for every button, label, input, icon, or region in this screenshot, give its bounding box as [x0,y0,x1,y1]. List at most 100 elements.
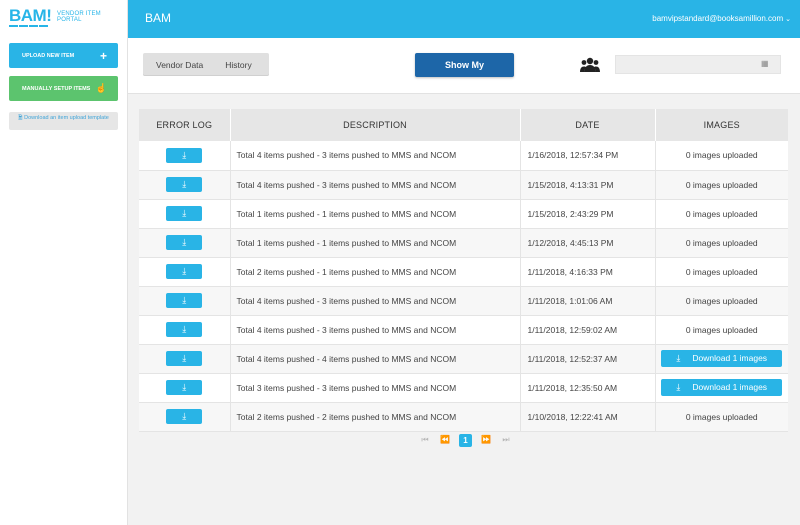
upload-history-table: ERROR LOG DESCRIPTION DATE IMAGES ⤓ Tota… [139,109,788,432]
error-log-download-button[interactable]: ⤓ [166,177,203,192]
download-icon: ⤓ [182,237,187,247]
date-cell: 1/10/2018, 12:22:41 AM [520,402,656,432]
download-icon: ⤓ [182,411,187,421]
table-row: ⤓ Total 1 items pushed - 1 items pushed … [139,228,788,258]
download-icon: ⤓ [182,208,187,218]
images-cell: 0 images uploaded [655,199,788,229]
error-log-download-button[interactable]: ⤓ [166,235,203,250]
download-images-button[interactable]: ⤓ Download 1 images [661,379,783,396]
download-icon: ⤓ [182,324,187,334]
portal-title: VENDOR ITEM PORTAL [57,11,101,23]
description-cell: Total 4 items pushed - 3 items pushed to… [230,315,521,345]
error-log-cell: ⤓ [139,402,231,432]
tab-vendor-data[interactable]: Vendor Data [143,60,214,70]
error-log-download-button[interactable]: ⤓ [166,147,203,163]
error-log-download-button[interactable]: ⤓ [166,351,203,366]
page-number-current[interactable]: 1 [459,433,472,447]
controls-bar: Vendor Data History Show My ▦ [128,38,800,94]
error-log-cell: ⤓ [139,344,231,374]
pagination: ⏮ ⏪ 1 ⏩ ⏭ [415,433,516,447]
table-row: ⤓ Total 4 items pushed - 3 items pushed … [139,315,788,345]
images-cell: 0 images uploaded [655,141,788,171]
download-images-button[interactable]: ⤓ Download 1 images [661,350,783,367]
table-row: ⤓ Total 4 items pushed - 3 items pushed … [139,141,788,171]
error-log-cell: ⤓ [139,228,231,258]
date-cell: 1/11/2018, 12:52:37 AM [520,344,656,374]
error-log-download-button[interactable]: ⤓ [166,264,203,279]
file-icon: 🗎 [18,115,23,121]
images-cell: 0 images uploaded [655,257,788,287]
next-page-button[interactable]: ⏩ [476,433,496,447]
column-header-error-log: ERROR LOG [139,109,231,141]
date-cell: 1/11/2018, 12:59:02 AM [520,315,656,345]
download-template-label: Download an item upload template [24,115,109,121]
date-field[interactable]: ▦ [615,55,781,74]
date-cell: 1/16/2018, 12:57:34 PM [520,141,656,171]
upload-new-item-button[interactable]: UPLOAD NEW ITEM + [9,43,118,68]
error-log-download-button[interactable]: ⤓ [166,380,203,395]
download-icon: ⤓ [182,295,187,305]
download-images-label: Download 1 images [692,353,768,363]
images-cell: ⤓ Download 1 images [655,373,788,403]
error-log-cell: ⤓ [139,199,231,229]
error-log-download-button[interactable]: ⤓ [166,206,203,221]
manually-setup-items-label: MANUALLY SETUP ITEMS [22,85,91,92]
images-cell: 0 images uploaded [655,286,788,316]
last-page-button[interactable]: ⏭ [496,433,516,447]
description-cell: Total 3 items pushed - 3 items pushed to… [230,373,521,403]
column-header-description: DESCRIPTION [230,109,521,141]
table-row: ⤓ Total 1 items pushed - 1 items pushed … [139,199,788,229]
tab-history[interactable]: History [214,60,262,70]
sidebar: BAM! VENDOR ITEM PORTAL UPLOAD NEW ITEM … [0,0,128,525]
previous-page-button[interactable]: ⏪ [435,433,455,447]
error-log-cell: ⤓ [139,315,231,345]
users-icon[interactable] [580,57,600,73]
table-row: ⤓ Total 4 items pushed - 3 items pushed … [139,286,788,316]
description-cell: Total 2 items pushed - 1 items pushed to… [230,257,521,287]
date-cell: 1/11/2018, 1:01:06 AM [520,286,656,316]
table-row: ⤓ Total 4 items pushed - 3 items pushed … [139,170,788,200]
logo-row: BAM! VENDOR ITEM PORTAL [0,0,127,38]
images-cell: 0 images uploaded [655,170,788,200]
show-my-button[interactable]: Show My [415,53,514,77]
table-row: ⤓ Total 4 items pushed - 4 items pushed … [139,344,788,374]
error-log-cell: ⤓ [139,257,231,287]
table-row: ⤓ Total 2 items pushed - 2 items pushed … [139,402,788,432]
hand-pointer-icon: ☝ [95,83,107,93]
table-header-row: ERROR LOG DESCRIPTION DATE IMAGES [139,109,788,141]
first-page-button[interactable]: ⏮ [415,433,435,447]
description-cell: Total 4 items pushed - 3 items pushed to… [230,141,521,171]
column-header-date: DATE [520,109,656,141]
images-cell: 0 images uploaded [655,315,788,345]
table-row: ⤓ Total 3 items pushed - 3 items pushed … [139,373,788,403]
view-tabs: Vendor Data History [143,53,269,76]
date-cell: 1/12/2018, 4:45:13 PM [520,228,656,258]
column-header-images: IMAGES [655,109,788,141]
chevron-down-icon: ⌄ [785,16,791,23]
download-icon: ⤓ [182,179,187,189]
images-cell: 0 images uploaded [655,402,788,432]
error-log-cell: ⤓ [139,286,231,316]
calendar-icon[interactable]: ▦ [761,59,770,69]
error-log-download-button[interactable]: ⤓ [166,322,203,337]
upload-new-item-label: UPLOAD NEW ITEM [22,52,75,59]
user-email: bamvipstandard@booksamillion.com [652,14,784,23]
download-icon: ⤓ [676,353,681,363]
manually-setup-items-button[interactable]: MANUALLY SETUP ITEMS ☝ [9,76,118,101]
images-cell: ⤓ Download 1 images [655,344,788,374]
bam-logo[interactable]: BAM! [9,6,52,30]
page-title: BAM [145,11,172,25]
description-cell: Total 1 items pushed - 1 items pushed to… [230,228,521,258]
top-bar: BAM bamvipstandard@booksamillion.com ⌄ [128,0,800,38]
date-cell: 1/15/2018, 4:13:31 PM [520,170,656,200]
date-cell: 1/11/2018, 12:35:50 AM [520,373,656,403]
table-row: ⤓ Total 2 items pushed - 1 items pushed … [139,257,788,287]
download-template-link[interactable]: 🗎 Download an item upload template [9,112,118,130]
error-log-download-button[interactable]: ⤓ [166,293,203,308]
logo-text: BAM! [9,6,52,25]
logo-underline [9,25,51,27]
description-cell: Total 4 items pushed - 3 items pushed to… [230,286,521,316]
error-log-download-button[interactable]: ⤓ [166,409,203,424]
user-menu[interactable]: bamvipstandard@booksamillion.com ⌄ [652,14,791,23]
error-log-cell: ⤓ [139,141,231,171]
